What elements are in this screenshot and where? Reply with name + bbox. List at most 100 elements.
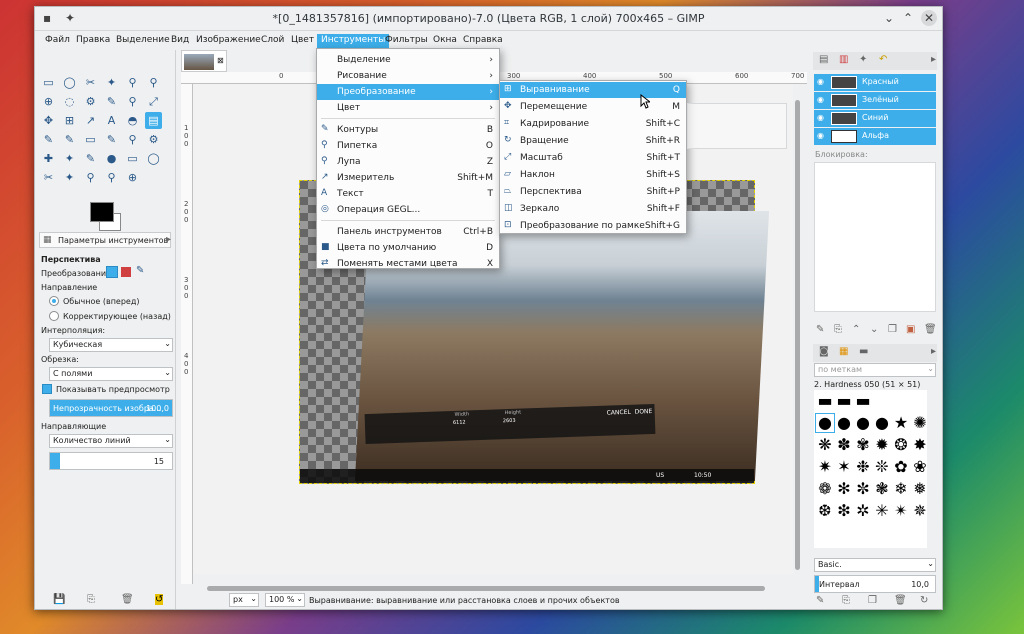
transform-menu-item[interactable]: ◫ Зеркало Shift+F	[500, 201, 686, 217]
brush-item[interactable]: ▬	[854, 392, 872, 410]
channel-row[interactable]: ◉ Синий	[814, 110, 936, 127]
tools-menu-item[interactable]: ⚲ Пипетка O	[317, 138, 499, 154]
scale-icon[interactable]: A	[103, 112, 120, 129]
direction-corrective-radio[interactable]	[49, 311, 59, 321]
brush-item[interactable]	[911, 392, 927, 410]
eye-icon[interactable]: ◉	[817, 77, 824, 86]
brush-item[interactable]: ❅	[911, 480, 927, 498]
zoom-select[interactable]: 100 % ⌄	[265, 593, 305, 607]
lines-slider[interactable]: 15	[49, 452, 173, 470]
tools-menu-item[interactable]: ■ Цвета по умолчанию D	[317, 240, 499, 256]
guides-select[interactable]: Количество линий ⌄	[49, 434, 173, 448]
show-preview-checkbox[interactable]	[42, 384, 52, 394]
eye-icon[interactable]: ◉	[817, 95, 824, 104]
vertical-ruler[interactable]: 1 0 0 2 0 0 3 0 0 4 0 0	[181, 84, 193, 584]
lasso-icon[interactable]: ✂	[82, 74, 99, 91]
patterns-tab-icon[interactable]: ▦	[839, 346, 848, 357]
maximize-icon[interactable]: ⌃	[903, 11, 913, 25]
shear-icon[interactable]: ◓	[124, 112, 141, 129]
ink-icon[interactable]: ▭	[124, 150, 141, 167]
unit-select[interactable]: px ⌄	[229, 593, 259, 607]
new-brush-icon[interactable]: ⎘	[842, 595, 850, 606]
menu-layer[interactable]: Слой	[257, 34, 288, 49]
airbrush-icon[interactable]: ●	[103, 150, 120, 167]
image-tab-close-icon[interactable]: ⊠	[217, 56, 224, 65]
vscroll-thumb[interactable]	[795, 100, 800, 570]
interpolation-select[interactable]: Кубическая ⌄	[49, 338, 173, 352]
crop-icon[interactable]: ⊞	[61, 112, 78, 129]
tools-menu-item[interactable]: Цвет ›	[317, 100, 499, 116]
brush-item[interactable]: ❆	[816, 502, 834, 520]
brush-item[interactable]	[892, 392, 910, 410]
channels-tab-icon[interactable]: ▥	[839, 54, 848, 65]
perspective-clone-icon[interactable]: ✦	[61, 169, 78, 186]
brush-tag-filter[interactable]: по меткам ⌄	[814, 363, 936, 377]
brush-item[interactable]: ❊	[873, 458, 891, 476]
transform-menu-item[interactable]: ▱ Наклон Shift+S	[500, 167, 686, 183]
smudge-icon[interactable]: ⚲	[103, 169, 120, 186]
brush-item[interactable]: ✷	[816, 458, 834, 476]
tools-menu-item[interactable]: A Текст T	[317, 186, 499, 202]
flip-icon[interactable]: ✎	[40, 131, 57, 148]
brush-item[interactable]: ❃	[873, 480, 891, 498]
clipping-select[interactable]: С полями ⌄	[49, 367, 173, 381]
heal-icon[interactable]: ✂	[40, 169, 57, 186]
tools-menu-item[interactable]: ◎ Операция GEGL...	[317, 202, 499, 218]
direction-normal-radio[interactable]	[49, 296, 59, 306]
brush-item[interactable]: ❀	[911, 458, 927, 476]
brush-item[interactable]: ❉	[854, 458, 872, 476]
menu-help[interactable]: Справка	[459, 34, 507, 49]
brush-item[interactable]: ✾	[854, 436, 872, 454]
brush-item[interactable]: ●	[854, 414, 872, 432]
eraser-icon[interactable]: ✎	[82, 150, 99, 167]
rotate-icon[interactable]: ↗	[82, 112, 99, 129]
brush-item[interactable]: ✴	[892, 502, 910, 520]
delete-options-icon[interactable]: 🗑	[121, 594, 134, 605]
vertical-scrollbar[interactable]	[793, 84, 803, 574]
brush-item[interactable]: ▬	[816, 392, 834, 410]
clone-icon[interactable]: ◯	[145, 150, 162, 167]
spacing-slider[interactable]: Интервал 10,0	[814, 575, 936, 593]
brush-item[interactable]: ●	[815, 413, 835, 433]
brush-item[interactable]: ✵	[911, 502, 927, 520]
brush-item[interactable]: ❁	[816, 480, 834, 498]
brush-item[interactable]: ●	[873, 414, 891, 432]
brush-item[interactable]: ✸	[911, 436, 927, 454]
tools-menu-item[interactable]: ↗ Измеритель Shift+M	[317, 170, 499, 186]
blur-icon[interactable]: ⚲	[82, 169, 99, 186]
menu-view[interactable]: Вид	[167, 34, 193, 49]
transform-menu-item[interactable]: ⏢ Перспектива Shift+P	[500, 184, 686, 200]
brush-item[interactable]: ✿	[892, 458, 910, 476]
menu-select[interactable]: Выделение	[112, 34, 174, 49]
zoom-icon[interactable]: ✎	[103, 93, 120, 110]
brush-item[interactable]: ▬	[835, 392, 853, 410]
transform-selection-icon[interactable]	[121, 267, 131, 277]
paths-icon[interactable]: ◌	[61, 93, 78, 110]
foreground-select-icon[interactable]: ⊕	[40, 93, 57, 110]
tab-menu-icon[interactable]: ▸	[166, 234, 171, 245]
tools-menu-item[interactable]: ⇄ Поменять местами цвета X	[317, 256, 499, 272]
transform-menu-item[interactable]: ↻ Вращение Shift+R	[500, 133, 686, 149]
transform-menu-item[interactable]: ⤢ Масштаб Shift+T	[500, 150, 686, 166]
transform-menu-item[interactable]: ⌗ Кадрирование Shift+C	[500, 116, 686, 132]
eye-icon[interactable]: ◉	[817, 131, 824, 140]
brush-item[interactable]: ❂	[892, 436, 910, 454]
brushes-tab-icon[interactable]: ◙	[819, 346, 829, 357]
channel-row[interactable]: ◉ Зелёный	[814, 92, 936, 109]
scissors-icon[interactable]: ⚲	[145, 74, 162, 91]
pencil-icon[interactable]: ✚	[40, 150, 57, 167]
delete-icon[interactable]: 🗑	[924, 324, 937, 335]
menu-image[interactable]: Изображение	[192, 34, 265, 49]
brush-item[interactable]: ✼	[854, 480, 872, 498]
edit-brush-icon[interactable]: ✎	[816, 595, 824, 606]
brush-item[interactable]: ★	[892, 414, 910, 432]
brush-item[interactable]: ❋	[816, 436, 834, 454]
align-icon[interactable]: ✥	[40, 112, 57, 129]
tool-options-tab[interactable]: ▦ Параметры инструментов	[39, 232, 171, 248]
transform-path-icon[interactable]: ✎	[136, 265, 144, 276]
fuzzy-select-icon[interactable]: ✦	[103, 74, 120, 91]
brush-item[interactable]	[873, 392, 891, 410]
tools-menu-item[interactable]: Выделение ›	[317, 52, 499, 68]
tools-menu-item[interactable]: ✎ Контуры B	[317, 122, 499, 138]
transform-menu-item[interactable]: ✥ Перемещение M	[500, 99, 686, 115]
